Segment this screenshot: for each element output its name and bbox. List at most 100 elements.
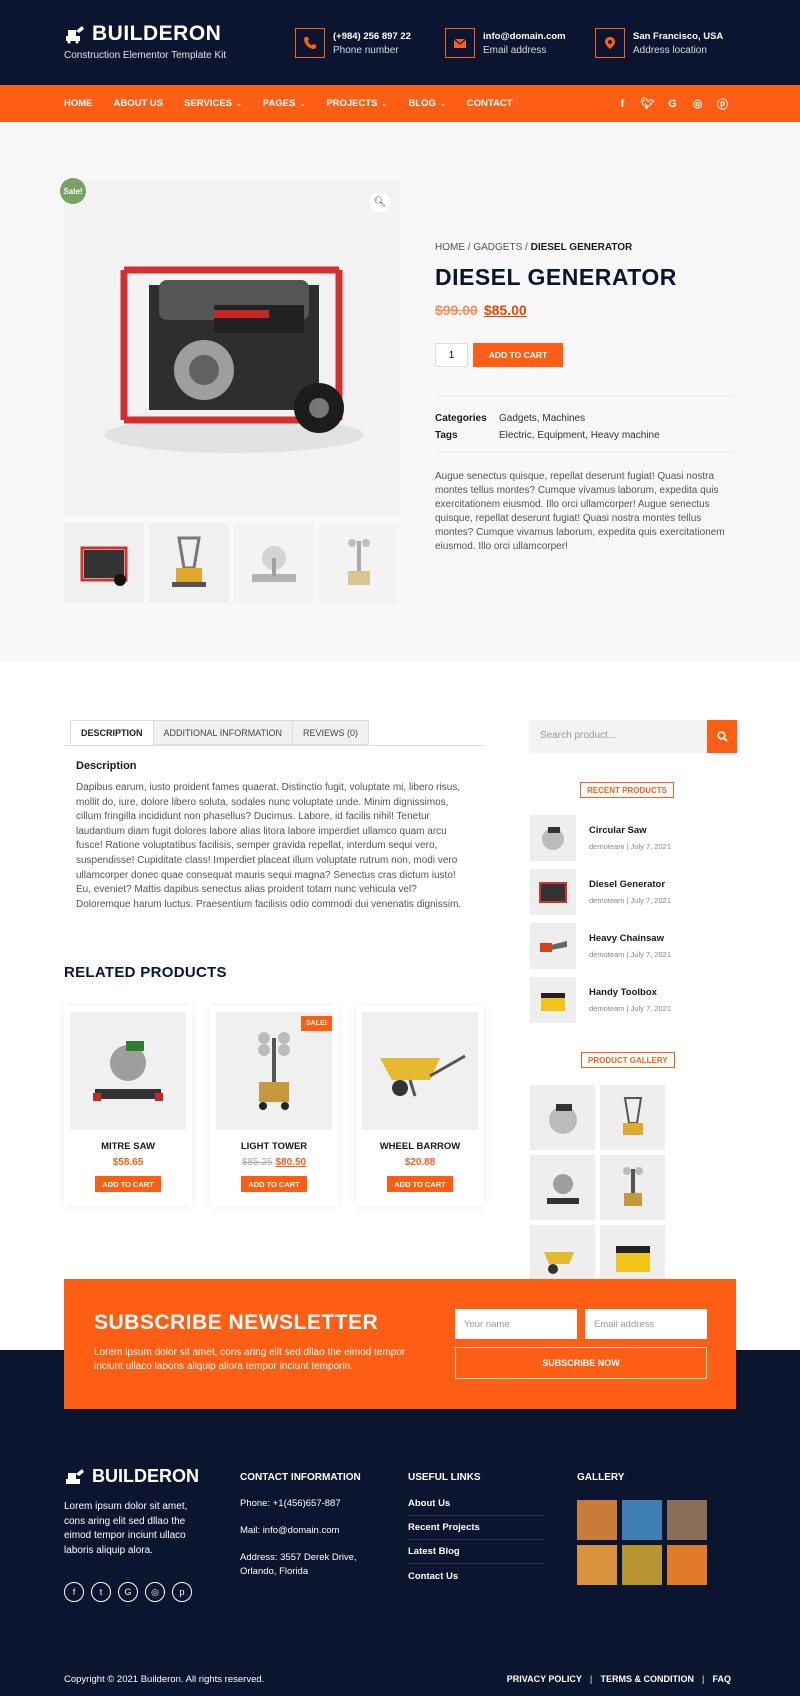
copyright: Copyright © 2021 Builderon. All rights r…: [64, 1674, 265, 1685]
quantity-input[interactable]: [435, 343, 468, 367]
nav-services[interactable]: SERVICES ⌄: [184, 98, 242, 109]
add-to-cart-button[interactable]: ADD TO CART: [95, 1176, 161, 1192]
main-navigation: HOME ABOUT US SERVICES ⌄ PAGES ⌄ PROJECTS ⌄…: [0, 85, 800, 122]
recent-product-name[interactable]: Heavy Chainsaw: [589, 933, 664, 944]
recent-products-title: RECENT PRODUCTS: [580, 782, 675, 798]
toolbox-thumbnail[interactable]: [530, 977, 576, 1023]
thumbnail-mitre-saw[interactable]: [234, 523, 314, 603]
recent-product-meta: demoteam | July 7, 2021: [589, 896, 671, 905]
thumbnail-generator[interactable]: [64, 523, 144, 603]
pinterest-icon[interactable]: p: [172, 1582, 192, 1602]
diesel-generator-thumbnail[interactable]: [530, 869, 576, 915]
chevron-down-icon: ⌄: [299, 100, 306, 108]
recent-product-item[interactable]: Diesel Generator demoteam | July 7, 2021: [530, 869, 730, 915]
product-card[interactable]: SALE! LIGHT TOWER $85.25 $80.50 ADD TO CA…: [210, 1006, 338, 1206]
gallery-photo[interactable]: [667, 1500, 707, 1540]
instagram-icon[interactable]: ◎: [690, 96, 705, 111]
tab-additional-information[interactable]: ADDITIONAL INFORMATION: [152, 720, 294, 745]
thumbnail-plate-compactor[interactable]: [149, 523, 229, 603]
newsletter-text: Lorem ipsum dolor sit amet, cons aring e…: [94, 1347, 406, 1372]
recent-product-name[interactable]: Diesel Generator: [589, 879, 665, 890]
chainsaw-thumbnail[interactable]: [530, 923, 576, 969]
zoom-icon[interactable]: 🔍︎: [370, 192, 390, 212]
product-card[interactable]: MITRE SAW $58.65 ADD TO CART: [64, 1006, 192, 1206]
breadcrumb-home[interactable]: HOME: [435, 242, 465, 253]
chevron-down-icon: ⌄: [381, 100, 388, 108]
nav-about-us[interactable]: ABOUT US: [114, 98, 164, 109]
add-to-cart-button[interactable]: ADD TO CART: [473, 343, 563, 367]
recent-product-item[interactable]: Circular Saw demoteam | July 7, 2021: [530, 815, 730, 861]
recent-product-item[interactable]: Heavy Chainsaw demoteam | July 7, 2021: [530, 923, 730, 969]
gallery-photo[interactable]: [577, 1500, 617, 1540]
mail-icon: [445, 28, 475, 58]
product-card[interactable]: WHEEL BARROW $20.88 ADD TO CART: [356, 1006, 484, 1206]
privacy-policy-link[interactable]: PRIVACY POLICY: [507, 1674, 582, 1684]
wheel-barrow-image[interactable]: [362, 1012, 478, 1130]
subscribe-button[interactable]: SUBSCRIBE NOW: [455, 1347, 707, 1379]
phone-label: Phone number: [333, 44, 399, 56]
tags-links[interactable]: Electric, Equipment, Heavy machine: [499, 430, 660, 441]
gallery-plate-compactor[interactable]: [600, 1085, 665, 1150]
footer-mail[interactable]: Mail: info@domain.com: [240, 1524, 380, 1538]
gallery-photo[interactable]: [577, 1545, 617, 1585]
mitre-saw-image[interactable]: [70, 1012, 186, 1130]
add-to-cart-button[interactable]: ADD TO CART: [387, 1176, 453, 1192]
product-meta: Categories Gadgets, Machines Tags Electric…: [435, 410, 660, 444]
instagram-icon[interactable]: ◎: [145, 1582, 165, 1602]
circular-saw-thumbnail[interactable]: [530, 815, 576, 861]
terms-link[interactable]: TERMS & CONDITION: [600, 1674, 694, 1684]
footer-logo[interactable]: BUILDERON: [64, 1466, 199, 1487]
gallery-photo[interactable]: [667, 1545, 707, 1585]
categories-links[interactable]: Gadgets, Machines: [499, 413, 585, 424]
contact-info-heading: CONTACT INFORMATION: [240, 1472, 361, 1483]
address-label: Address location: [633, 44, 707, 56]
categories-label: Categories: [435, 413, 487, 424]
nav-contact[interactable]: CONTACT: [467, 98, 513, 109]
product-name[interactable]: WHEEL BARROW: [356, 1141, 484, 1152]
nav-home[interactable]: HOME: [64, 98, 93, 109]
tab-description[interactable]: DESCRIPTION: [70, 720, 154, 745]
phone-value: (+984) 256 897 22: [333, 30, 411, 42]
footer-link[interactable]: Latest Blog: [408, 1540, 544, 1564]
faq-link[interactable]: FAQ: [712, 1674, 731, 1684]
recent-product-name[interactable]: Handy Toolbox: [589, 987, 657, 998]
gallery-light-tower[interactable]: [600, 1155, 665, 1220]
product-name[interactable]: LIGHT TOWER: [210, 1141, 338, 1152]
search-input[interactable]: Search product...: [530, 720, 707, 753]
google-icon[interactable]: G: [665, 96, 680, 111]
gallery-mitre-saw[interactable]: [530, 1155, 595, 1220]
nav-blog[interactable]: BLOG ⌄: [408, 98, 445, 109]
nav-projects[interactable]: PROJECTS ⌄: [326, 98, 387, 109]
footer-link[interactable]: Recent Projects: [408, 1516, 544, 1540]
recent-product-item[interactable]: Handy Toolbox demoteam | July 7, 2021: [530, 977, 730, 1023]
product-main-image[interactable]: [64, 180, 400, 516]
newsletter-name-input[interactable]: Your name: [455, 1309, 577, 1339]
nav-pages[interactable]: PAGES ⌄: [263, 98, 305, 109]
search-button[interactable]: [707, 720, 737, 753]
footer-link[interactable]: Contact Us: [408, 1564, 544, 1588]
footer-menu: PRIVACY POLICY | TERMS & CONDITION | FAQ: [499, 1674, 731, 1684]
gallery-photo[interactable]: [622, 1545, 662, 1585]
product-name[interactable]: MITRE SAW: [64, 1141, 192, 1152]
tab-reviews[interactable]: REVIEWS (0): [292, 720, 370, 745]
divider: [435, 395, 735, 396]
site-logo[interactable]: BUILDERON Construction Elementor Templat…: [64, 22, 226, 61]
twitter-icon[interactable]: t: [91, 1582, 111, 1602]
gallery-photo[interactable]: [622, 1500, 662, 1540]
old-price: $99.00: [435, 302, 478, 318]
gallery-circular-saw[interactable]: [530, 1085, 595, 1150]
facebook-icon[interactable]: f: [615, 96, 630, 111]
header-phone: (+984) 256 897 22 Phone number: [295, 28, 411, 58]
product-tabs: DESCRIPTION ADDITIONAL INFORMATION REVIE…: [70, 720, 370, 745]
newsletter-email-input[interactable]: Email address: [585, 1309, 707, 1339]
add-to-cart-button[interactable]: ADD TO CART: [241, 1176, 307, 1192]
footer-link[interactable]: About Us: [408, 1492, 544, 1516]
twitter-icon[interactable]: 🐦︎: [640, 96, 655, 111]
facebook-icon[interactable]: f: [64, 1582, 84, 1602]
google-icon[interactable]: G: [118, 1582, 138, 1602]
header-social: f 🐦︎ G ◎ ⓟ: [605, 96, 730, 111]
recent-product-name[interactable]: Circular Saw: [589, 825, 647, 836]
thumbnail-light-tower[interactable]: [319, 523, 399, 603]
pinterest-icon[interactable]: ⓟ: [715, 96, 730, 111]
breadcrumb-gadgets[interactable]: GADGETS: [473, 242, 522, 253]
